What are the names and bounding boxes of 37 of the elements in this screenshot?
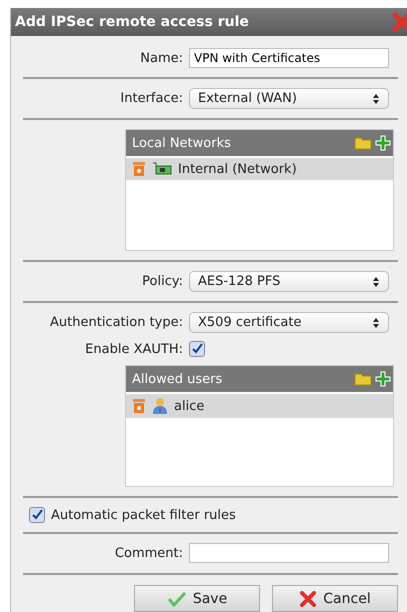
list-title: Local Networks	[132, 136, 232, 150]
text-field[interactable]: VPN with Certificates	[189, 48, 389, 68]
list-item[interactable]: alice	[126, 392, 393, 418]
cancel-button[interactable]: Cancel	[272, 585, 398, 612]
dropdown[interactable]: AES-128 PFS	[189, 271, 389, 292]
dropdown-arrows-icon	[372, 316, 380, 328]
field-label: Enable XAUTH:	[84, 342, 183, 356]
network-card-icon	[152, 162, 172, 176]
trash-icon[interactable]	[132, 161, 146, 177]
text-field[interactable]	[189, 543, 389, 563]
checkmark-icon	[166, 590, 187, 606]
list-item[interactable]: Internal (Network)	[126, 156, 393, 180]
user-icon	[152, 397, 168, 415]
list-title: Allowed users	[132, 372, 224, 386]
checkbox-label: Automatic packet filter rules	[51, 508, 236, 522]
cross-icon	[299, 590, 318, 608]
trash-icon[interactable]	[132, 398, 146, 414]
checkbox[interactable]	[29, 507, 45, 523]
item-label: Internal (Network)	[178, 162, 297, 176]
item-label: alice	[174, 398, 204, 414]
checkbox[interactable]	[189, 341, 205, 357]
add-icon[interactable]	[375, 135, 391, 151]
dropdown[interactable]: X509 certificate	[189, 312, 389, 333]
field-label: Interface:	[119, 91, 183, 106]
dropdown[interactable]: External (WAN)	[189, 88, 389, 109]
close-icon[interactable]	[392, 12, 407, 32]
dropdown-arrows-icon	[372, 276, 380, 288]
field-label: Comment:	[114, 546, 183, 560]
dropdown-arrows-icon	[372, 92, 380, 104]
folder-icon[interactable]	[354, 372, 372, 386]
field-label: Name:	[139, 50, 183, 66]
window-title: Add IPSec remote access rule	[15, 14, 249, 30]
field-label: Authentication type:	[49, 315, 183, 330]
field-label: Policy:	[141, 274, 183, 289]
folder-icon[interactable]	[354, 136, 372, 150]
save-button[interactable]: Save	[134, 585, 260, 612]
add-icon[interactable]	[375, 371, 391, 387]
